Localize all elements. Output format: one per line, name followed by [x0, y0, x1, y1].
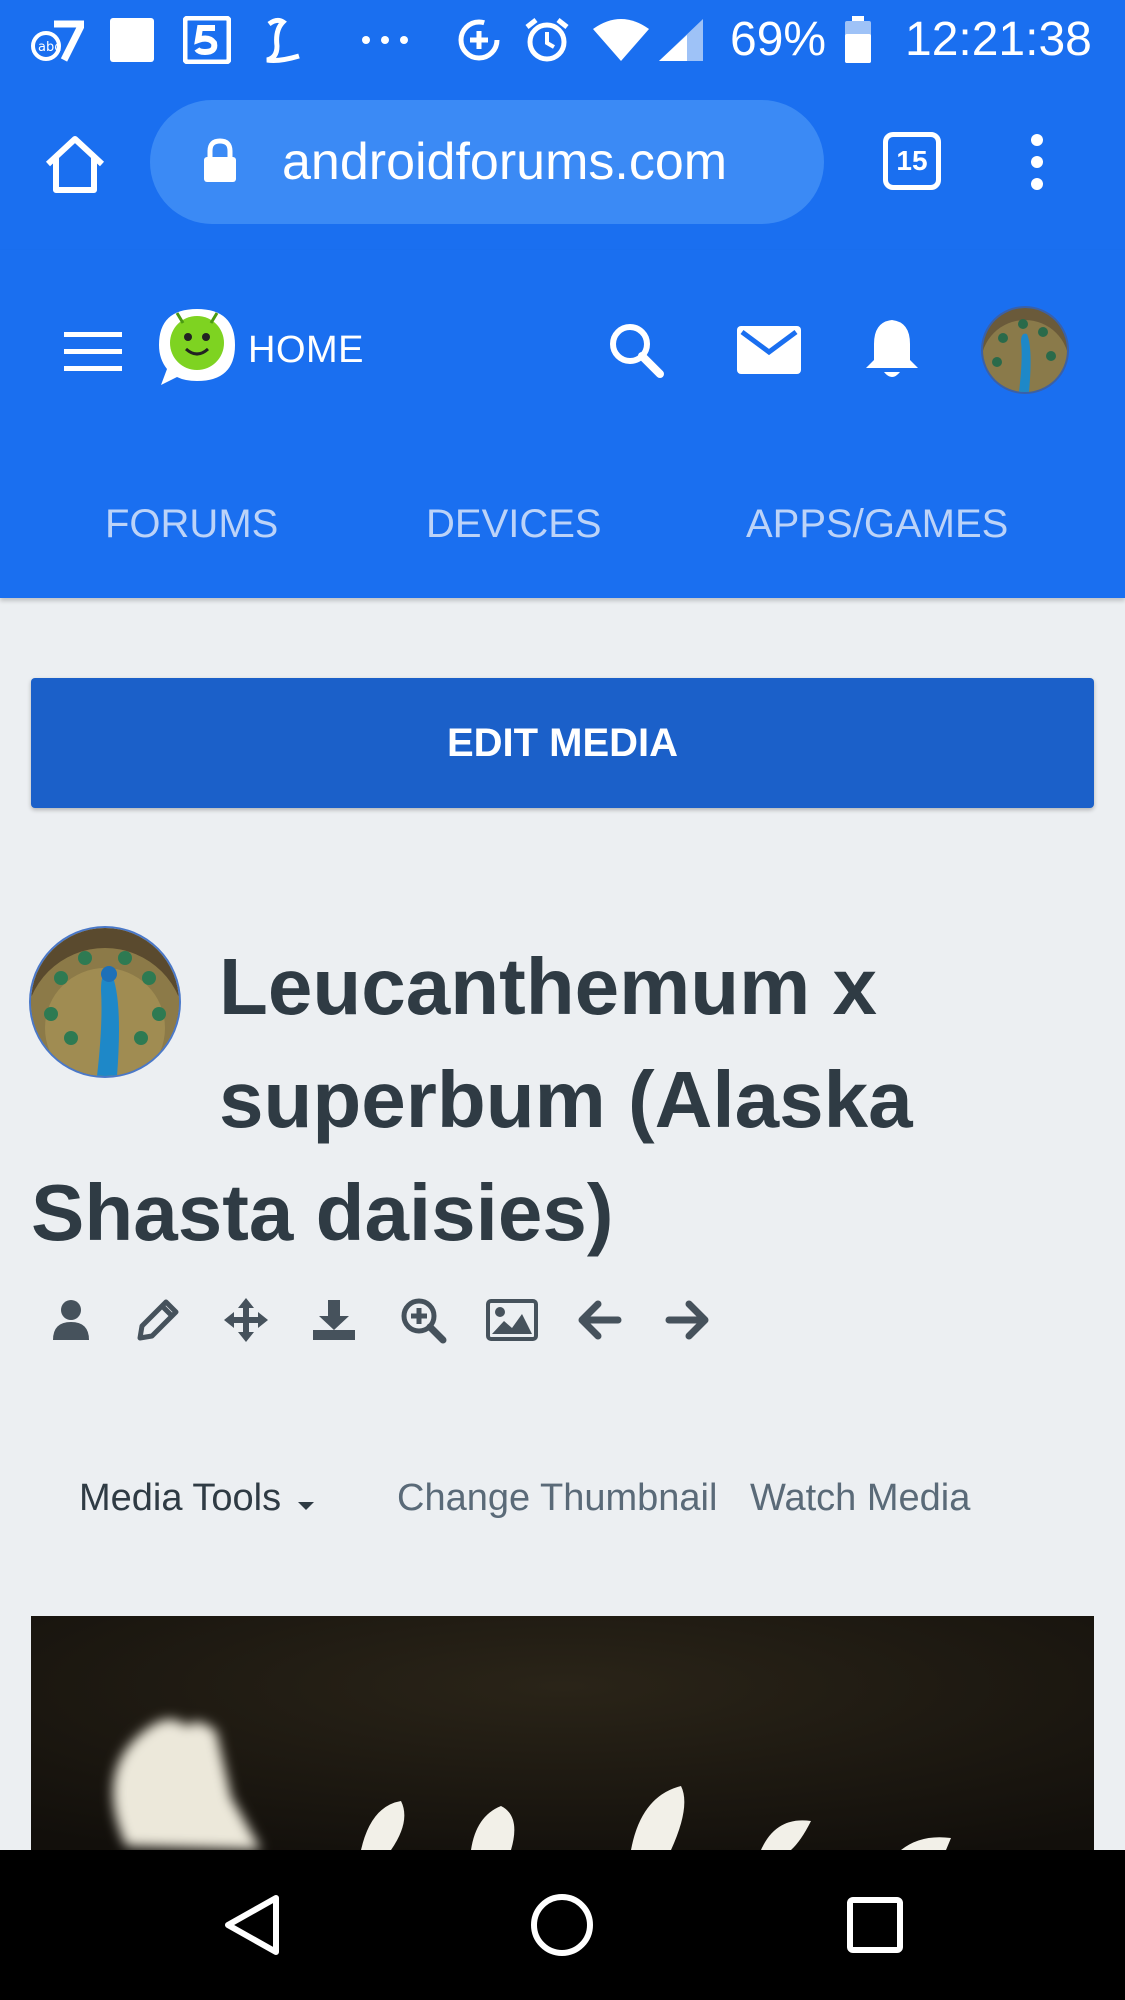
media-tools-label: Media Tools [79, 1477, 282, 1519]
square-icon [107, 18, 157, 62]
search-icon[interactable] [606, 320, 666, 380]
user-avatar[interactable] [983, 308, 1067, 392]
site-header: HOME FORUMS DEVICES APPS/GAMES [0, 250, 1125, 598]
svg-text:abc: abc [38, 40, 61, 55]
wifi-icon [590, 18, 652, 62]
recents-icon[interactable] [840, 1890, 910, 1960]
hamburger-menu-icon[interactable] [64, 330, 122, 374]
abc7-icon: abc [30, 18, 84, 62]
mail-icon[interactable] [736, 324, 802, 376]
pencil-icon[interactable] [133, 1295, 183, 1345]
browser-toolbar: androidforums.com 15 [0, 80, 1125, 250]
page-title: Leucanthemum x superbum (Alaska Shasta d… [31, 930, 1031, 1269]
data-saver-icon [455, 18, 503, 62]
bell-icon[interactable] [862, 316, 922, 382]
channel5-icon [182, 16, 232, 64]
tab-apps-games[interactable]: APPS/GAMES [746, 500, 1008, 548]
alarm-icon [522, 18, 572, 62]
url-text[interactable]: androidforums.com [282, 134, 802, 190]
home-icon[interactable] [40, 130, 110, 200]
url-bar[interactable]: androidforums.com [150, 100, 824, 224]
tab-forums[interactable]: FORUMS [105, 500, 278, 548]
media-image[interactable] [31, 1616, 1094, 1850]
image-icon[interactable] [485, 1295, 539, 1345]
user-icon[interactable] [46, 1295, 96, 1345]
lock-icon [202, 138, 242, 186]
news-l-icon [258, 17, 306, 63]
media-tools-dropdown[interactable]: Media Tools [79, 1474, 315, 1524]
zoom-in-icon[interactable] [398, 1295, 448, 1345]
arrow-right-icon[interactable] [662, 1295, 712, 1345]
tab-devices[interactable]: DEVICES [426, 500, 602, 548]
home-circle-icon[interactable] [527, 1890, 597, 1960]
watch-media-link[interactable]: Watch Media [750, 1474, 970, 1522]
clock: 12:21:38 [905, 13, 1092, 66]
change-thumbnail-link[interactable]: Change Thumbnail [397, 1474, 717, 1522]
site-logo-icon[interactable] [155, 305, 239, 389]
signal-icon [656, 18, 706, 62]
title-avatar-spacer [31, 930, 219, 1148]
download-icon[interactable] [309, 1295, 359, 1345]
edit-media-button[interactable]: EDIT MEDIA [31, 678, 1094, 808]
back-icon[interactable] [218, 1890, 288, 1960]
move-icon[interactable] [221, 1295, 271, 1345]
home-link[interactable]: HOME [248, 328, 364, 372]
status-bar: abc 69% 12:21:38 [0, 0, 1125, 80]
more-dots-icon [355, 18, 415, 62]
battery-percent: 69% [730, 13, 827, 66]
overflow-menu-icon[interactable] [1022, 132, 1052, 192]
tab-switcher-button[interactable]: 15 [883, 132, 941, 190]
android-nav-bar [0, 1850, 1125, 2000]
caret-down-icon [297, 1476, 315, 1524]
arrow-left-icon[interactable] [575, 1295, 625, 1345]
battery-icon [842, 16, 874, 63]
tab-count: 15 [896, 145, 928, 176]
